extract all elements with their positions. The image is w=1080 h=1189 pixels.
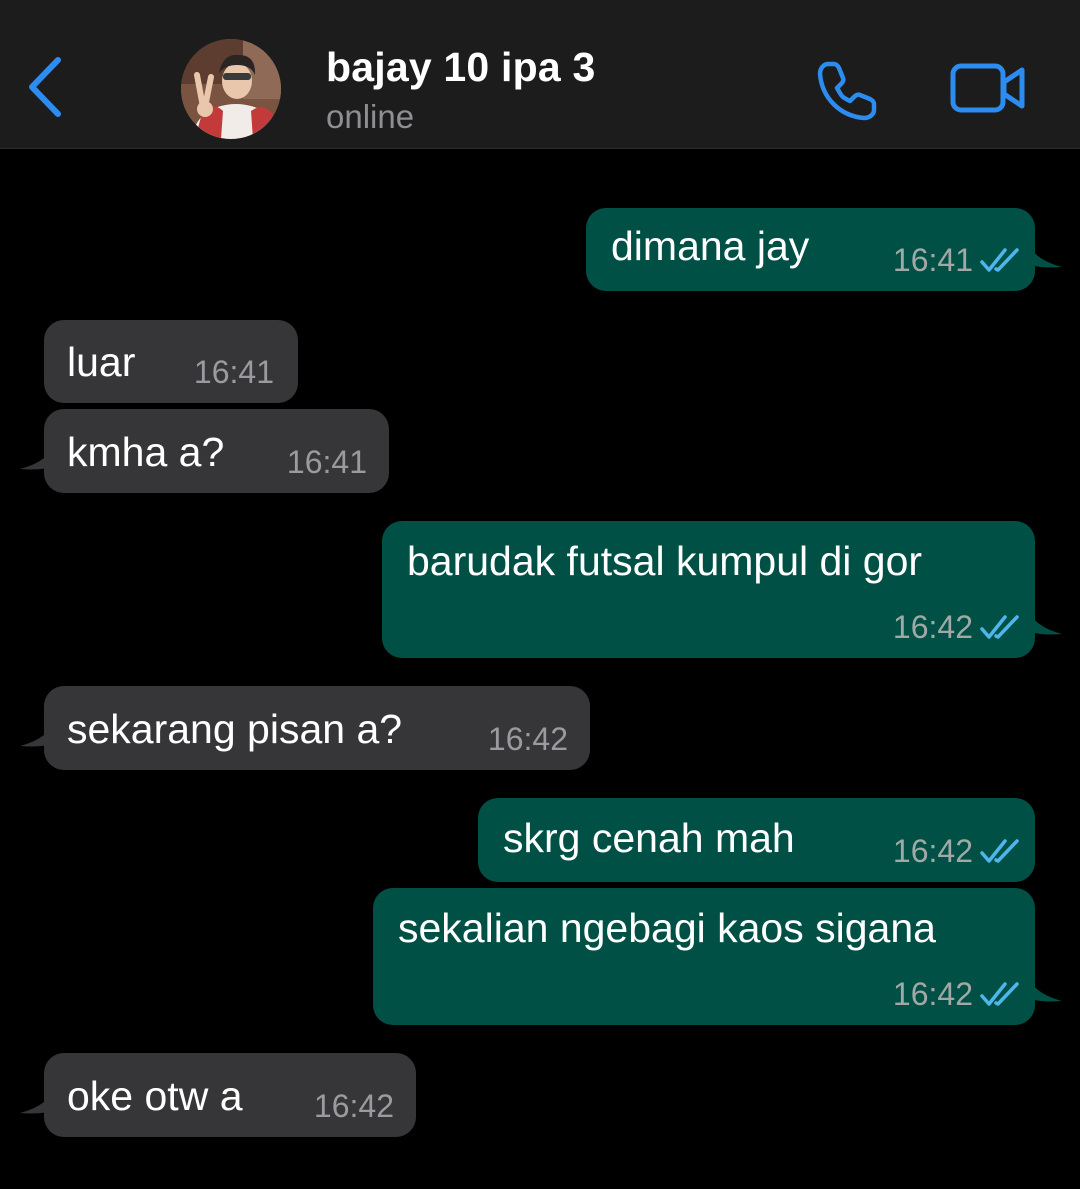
message-text: sekarang pisan a? [67, 706, 403, 752]
outgoing-message[interactable]: skrg cenah mah 16:42 [478, 798, 1035, 882]
incoming-message[interactable]: luar 16:41 [44, 320, 298, 403]
message-time: 16:42 [313, 1088, 394, 1124]
voice-call-button[interactable] [814, 58, 880, 124]
read-ticks-icon [980, 982, 1019, 1006]
message-list[interactable]: dimana jay 16:41 luar 16:41 kmha a? 16:4… [0, 149, 1080, 1189]
message-meta: 16:42 [893, 832, 1023, 870]
chevron-left-icon [29, 57, 61, 117]
message-time: 16:41 [892, 242, 973, 278]
avatar-photo [181, 39, 281, 139]
message-time: 16:42 [892, 833, 973, 869]
message-text: kmha a? [67, 429, 225, 475]
message-time: 16:42 [487, 721, 568, 757]
outgoing-message[interactable]: barudak futsal kumpul di gor 16:42 [382, 521, 1035, 658]
message-time: 16:41 [286, 444, 367, 480]
read-ticks-icon [980, 839, 1019, 863]
message-meta: 16:42 [893, 608, 1023, 646]
bubble-tail [20, 1085, 56, 1114]
video-camera-icon [950, 63, 1025, 113]
outgoing-message[interactable]: sekalian ngebagi kaos sigana 16:42 [373, 888, 1035, 1025]
incoming-message[interactable]: kmha a? 16:41 [44, 409, 389, 493]
incoming-message[interactable]: sekarang pisan a? 16:42 [44, 686, 590, 770]
message-time: 16:41 [193, 354, 274, 390]
message-text: dimana jay [611, 223, 810, 269]
video-call-button[interactable] [948, 60, 1028, 116]
bubble-tail [1026, 239, 1062, 268]
read-ticks-icon [980, 615, 1019, 639]
message-text: sekalian ngebagi kaos sigana [398, 905, 936, 951]
message-text: barudak futsal kumpul di gor [407, 538, 923, 584]
contact-avatar[interactable] [181, 39, 281, 139]
back-button[interactable] [22, 54, 66, 120]
message-text: oke otw a [67, 1073, 243, 1119]
bubble-tail [1026, 973, 1062, 1002]
message-time: 16:42 [892, 976, 973, 1012]
message-meta: 16:42 [488, 720, 568, 758]
message-text: luar [67, 339, 136, 385]
contact-status: online [326, 98, 415, 135]
message-time: 16:42 [892, 609, 973, 645]
outgoing-message[interactable]: dimana jay 16:41 [586, 208, 1035, 291]
bubble-tail [20, 441, 56, 470]
message-meta: 16:41 [194, 353, 274, 391]
message-meta: 16:41 [893, 241, 1023, 279]
message-meta: 16:42 [314, 1087, 394, 1125]
incoming-message[interactable]: oke otw a 16:42 [44, 1053, 416, 1137]
message-meta: 16:41 [287, 443, 367, 481]
message-meta: 16:42 [893, 975, 1023, 1013]
message-text: skrg cenah mah [503, 815, 795, 861]
bubble-tail [20, 718, 56, 747]
contact-name[interactable]: bajay 10 ipa 3 [326, 44, 595, 91]
phone-icon [817, 61, 877, 121]
read-ticks-icon [980, 248, 1019, 272]
bubble-tail [1026, 606, 1062, 635]
chat-header: bajay 10 ipa 3 online [0, 0, 1080, 149]
